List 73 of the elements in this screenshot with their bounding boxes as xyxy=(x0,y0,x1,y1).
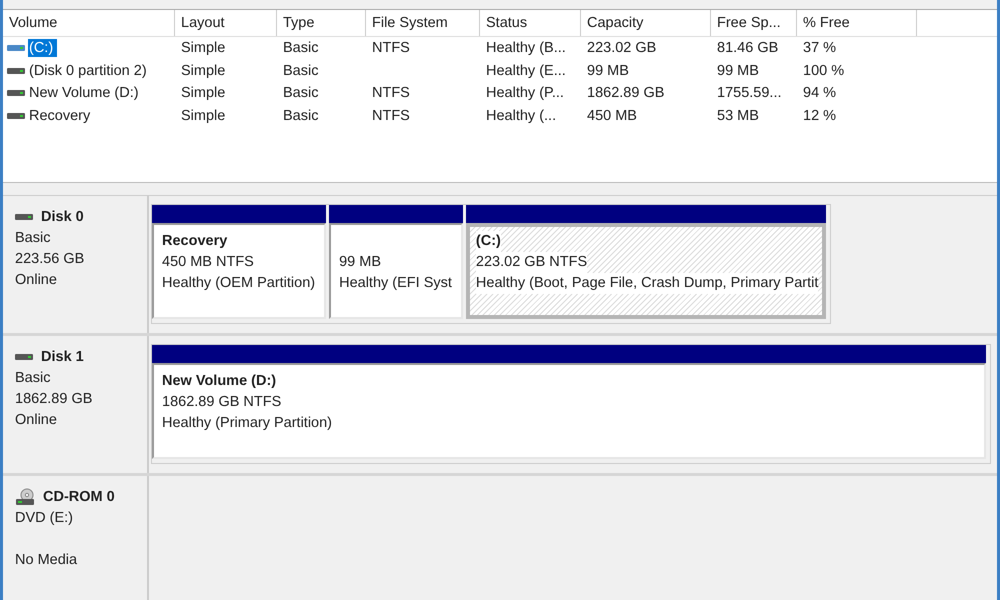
optical-drive-icon xyxy=(15,488,35,506)
table-cell: 99 MB xyxy=(587,62,629,79)
table-cell: Simple xyxy=(181,108,226,124)
disk-status: Online xyxy=(15,271,58,290)
table-cell: Healthy (B... xyxy=(486,40,566,56)
column-header[interactable]: Type xyxy=(277,10,366,36)
drive-icon xyxy=(7,89,25,98)
disk-name: Disk 1 xyxy=(41,349,84,365)
table-cell: Healthy (E... xyxy=(486,62,566,79)
table-cell: Basic xyxy=(283,108,318,124)
disk-size: 1862.89 GB xyxy=(15,390,94,409)
column-header[interactable]: Capacity xyxy=(581,10,711,36)
disk-status: No Media xyxy=(15,551,78,570)
disk-type: DVD (E:) xyxy=(15,509,74,528)
partition-size: 450 MB NTFS xyxy=(162,253,255,272)
partition-size: 1862.89 GB NTFS xyxy=(162,393,282,412)
disk-type: Basic xyxy=(15,369,52,388)
table-cell: 53 MB xyxy=(717,108,759,124)
table-cell: 450 MB xyxy=(587,108,637,124)
disk-status: Online xyxy=(15,411,58,430)
disk-drive-icon xyxy=(15,213,33,221)
disk-type: Basic xyxy=(15,229,52,248)
table-cell: Simple xyxy=(181,40,226,56)
partition-status: Healthy (Primary Partition) xyxy=(162,414,334,433)
partition-box[interactable]: 99 MB Healthy (EFI Syst xyxy=(329,223,463,319)
column-header[interactable]: Layout xyxy=(175,10,277,36)
partition-name: Recovery xyxy=(162,232,228,251)
partition-name: (C:) xyxy=(476,231,501,252)
partition-name: New Volume (D:) xyxy=(162,372,278,391)
table-cell: 223.02 GB xyxy=(587,40,656,56)
pane-splitter[interactable] xyxy=(3,182,997,196)
disk-name: Disk 0 xyxy=(41,209,84,225)
partition-box[interactable]: Recovery 450 MB NTFS Healthy (OEM Partition) xyxy=(152,223,326,319)
column-header[interactable]: Status xyxy=(480,10,581,36)
table-cell: 1755.59... xyxy=(717,85,782,102)
drive-icon xyxy=(7,112,25,120)
partition-box[interactable]: (C:) 223.02 GB NTFS Healthy (Boot, Page File, Crash Dump, Primary Partit xyxy=(466,223,826,319)
table-cell[interactable]: New Volume (D:) xyxy=(28,84,143,102)
disk-name: CD-ROM 0 xyxy=(43,489,115,505)
column-header[interactable]: Free Sp... xyxy=(711,10,797,36)
disk-size: 223.56 GB xyxy=(15,250,86,269)
table-cell: Simple xyxy=(181,62,226,79)
table-cell: 1862.89 GB xyxy=(587,85,664,102)
drive-icon xyxy=(7,44,25,52)
partition-status: Healthy (Boot, Page File, Crash Dump, Primary Partit xyxy=(476,273,818,294)
partition-box[interactable]: New Volume (D:) 1862.89 GB NTFS Healthy (Primary Partition) xyxy=(152,363,986,459)
partition-status: Healthy (EFI Syst xyxy=(339,274,452,293)
table-cell[interactable]: Recovery xyxy=(28,106,94,125)
partition-size: 223.02 GB NTFS xyxy=(476,252,588,273)
column-header[interactable]: File System xyxy=(366,10,480,36)
table-cell: Healthy (P... xyxy=(486,85,564,102)
partition-size: 99 MB xyxy=(339,253,382,272)
table-cell: 94 % xyxy=(803,85,836,102)
table-cell[interactable]: (Disk 0 partition 2) xyxy=(28,62,151,80)
table-cell: 99 MB xyxy=(717,62,759,79)
column-header[interactable]: Volume xyxy=(3,10,175,36)
table-cell: 12 % xyxy=(803,108,836,124)
disk-drive-icon xyxy=(15,353,33,361)
table-cell[interactable]: (C:) xyxy=(28,39,58,58)
table-cell: 81.46 GB xyxy=(717,40,778,56)
table-cell: Healthy (... xyxy=(486,108,556,124)
drive-icon xyxy=(7,66,25,75)
table-cell: NTFS xyxy=(372,108,410,124)
table-cell: Basic xyxy=(283,62,318,79)
partition-status: Healthy (OEM Partition) xyxy=(162,274,316,293)
table-cell: Basic xyxy=(283,85,318,102)
table-cell: Basic xyxy=(283,40,318,56)
table-cell: Simple xyxy=(181,85,226,102)
table-cell: 37 % xyxy=(803,40,836,56)
table-cell: NTFS xyxy=(372,85,410,102)
column-header[interactable]: % Free xyxy=(797,10,917,36)
table-cell: NTFS xyxy=(372,40,410,56)
table-cell: 100 % xyxy=(803,62,844,79)
